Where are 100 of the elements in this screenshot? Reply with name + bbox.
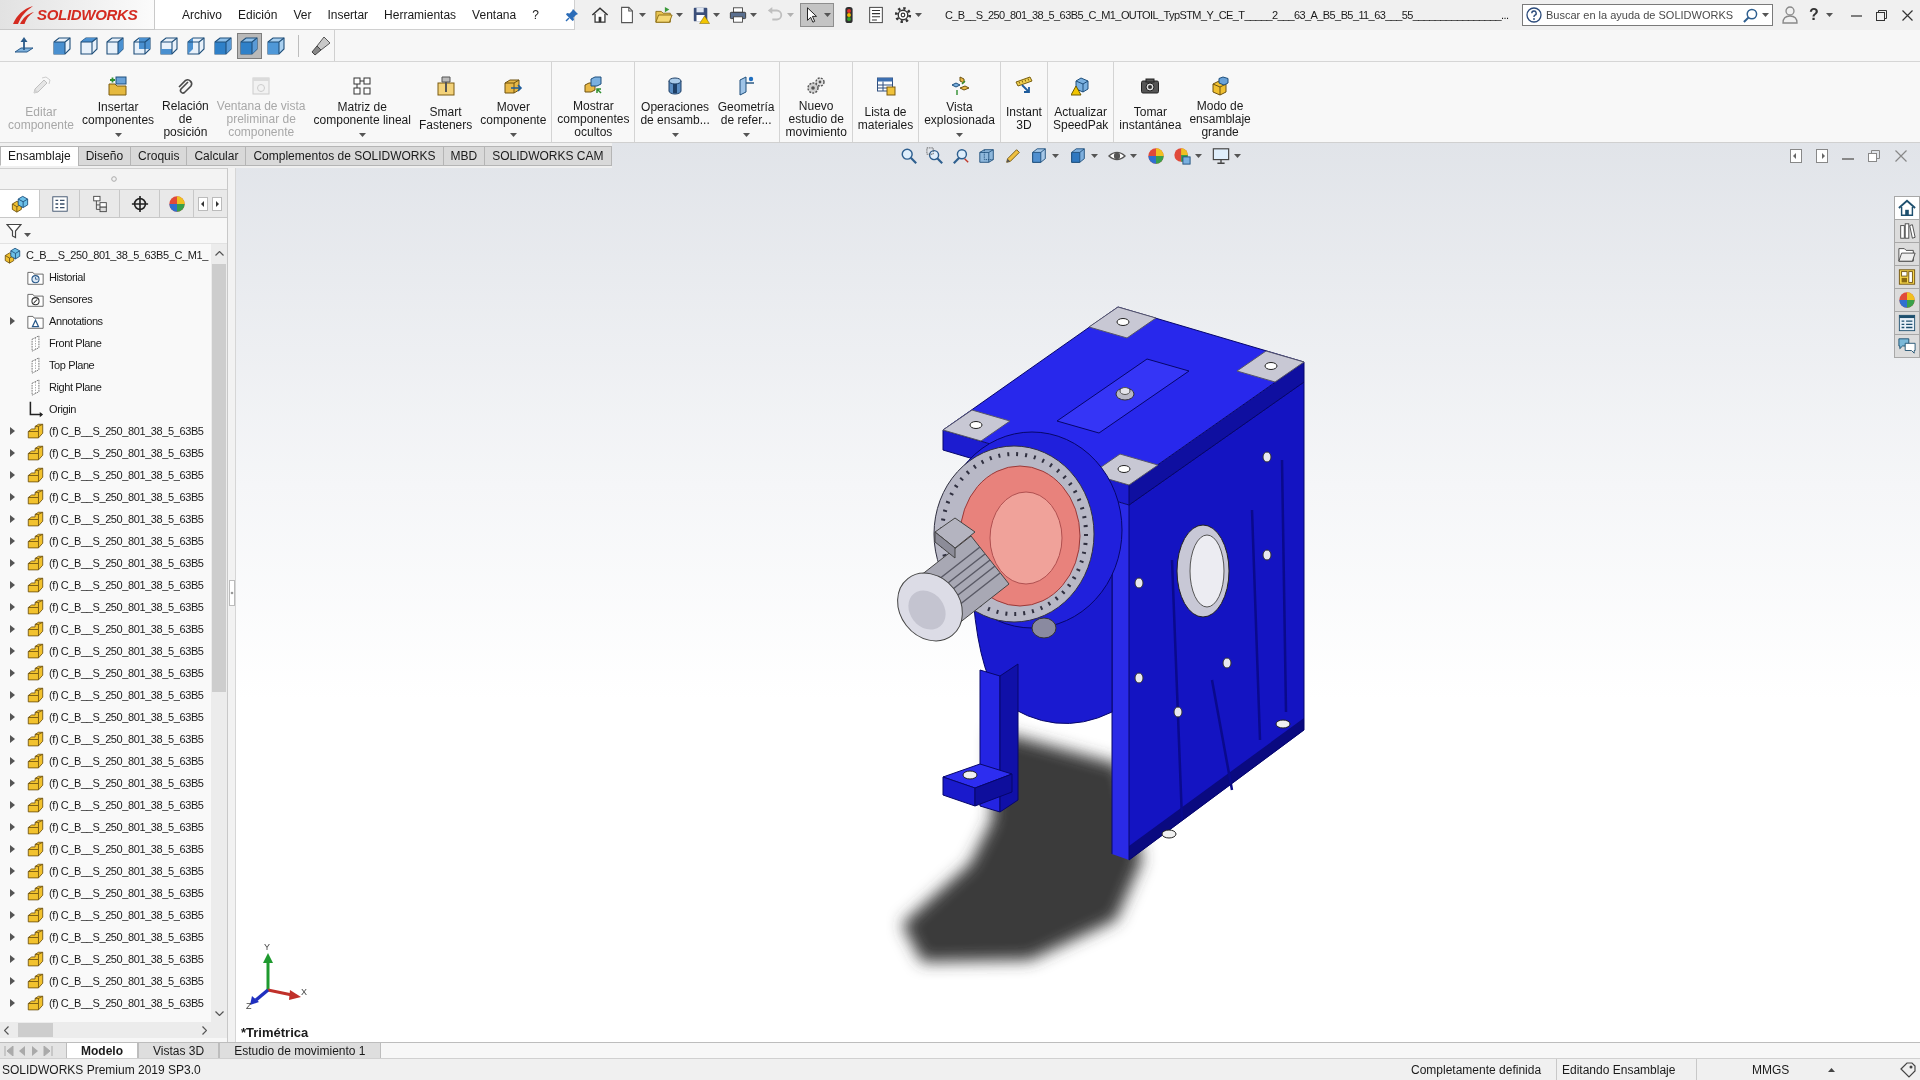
expand-arrow-icon[interactable] (9, 449, 15, 457)
expand-arrow-icon[interactable] (9, 713, 15, 721)
caret-down-icon[interactable] (1234, 153, 1241, 158)
expand-arrow-icon[interactable] (9, 471, 15, 479)
ribbon-button[interactable]: Relación de posición (158, 62, 213, 142)
tree-item-label[interactable]: (f) C_B__S_250_801_38_5_63B5 (49, 664, 204, 682)
expand-arrow-icon[interactable] (9, 933, 15, 941)
caret-down-icon[interactable] (956, 133, 964, 137)
ribbon-button[interactable]: Smart Fasteners (414, 62, 477, 142)
part-icon[interactable] (27, 774, 44, 792)
tree-item-label[interactable]: (f) C_B__S_250_801_38_5_63B5 (49, 422, 204, 440)
expand-arrow-icon[interactable] (9, 801, 15, 809)
tree-item-label[interactable]: (f) C_B__S_250_801_38_5_63B5 (49, 466, 204, 484)
search-field[interactable]: Buscar en la ayuda de SOLIDWORKS (1522, 4, 1773, 26)
caret-down-icon[interactable] (671, 133, 679, 137)
part-icon[interactable] (27, 598, 44, 616)
user-icon[interactable] (1782, 6, 1798, 24)
expand-arrow-icon[interactable] (9, 999, 15, 1007)
assembly-icon[interactable] (4, 246, 21, 264)
tag-icon[interactable] (1900, 1061, 1916, 1078)
part-icon[interactable] (27, 488, 44, 506)
tree-item-label[interactable]: (f) C_B__S_250_801_38_5_63B5 (49, 796, 204, 814)
caret-down-icon[interactable] (1825, 13, 1833, 17)
tree-item-label[interactable]: (f) C_B__S_250_801_38_5_63B5 (49, 752, 204, 770)
ribbon-button[interactable]: Actualizar SpeedPak (1048, 62, 1113, 142)
part-icon[interactable] (27, 730, 44, 748)
warning-cube-icon[interactable] (1070, 76, 1091, 96)
command-tab[interactable]: SOLIDWORKS CAM (484, 146, 612, 166)
part-icon[interactable] (27, 576, 44, 594)
expand-arrow-icon[interactable] (9, 823, 15, 831)
ribbon-button[interactable]: Vista explosionada (920, 62, 999, 142)
scrollbar-thumb[interactable] (212, 264, 226, 692)
ruler-arrow-icon[interactable] (1013, 76, 1034, 96)
tree-item-label[interactable]: (f) C_B__S_250_801_38_5_63B5 (49, 818, 204, 836)
grip-dot-icon[interactable] (110, 176, 117, 182)
gears-icon[interactable] (806, 76, 827, 96)
caret-down-icon[interactable] (750, 13, 757, 17)
expand-arrow-icon[interactable] (9, 691, 15, 699)
cube-stack-icon[interactable] (1210, 76, 1231, 96)
part-icon[interactable] (27, 466, 44, 484)
open-folder-icon[interactable] (655, 6, 673, 24)
caret-down-icon[interactable] (1052, 153, 1059, 158)
tree-item-label[interactable]: (f) C_B__S_250_801_38_5_63B5 (49, 972, 204, 990)
tree-item-label[interactable]: (f) C_B__S_250_801_38_5_63B5 (49, 444, 204, 462)
pencil-icon[interactable] (1004, 146, 1022, 165)
part-icon[interactable] (27, 532, 44, 550)
part-icon[interactable] (27, 444, 44, 462)
bottom-tab[interactable]: Vistas 3D (138, 1043, 220, 1058)
tree-item-label[interactable]: (f) C_B__S_250_801_38_5_63B5 (49, 510, 204, 528)
menu-item[interactable]: Ver (285, 0, 320, 29)
tree-item-label[interactable]: Annotations (49, 312, 103, 330)
tree-item-label[interactable]: (f) C_B__S_250_801_38_5_63B5 (49, 686, 204, 704)
assembly-icon[interactable] (10, 194, 29, 213)
part-icon[interactable] (27, 510, 44, 528)
caret-up-icon[interactable] (1828, 1067, 1835, 1072)
ribbon-button[interactable]: Operaciones de ensamb... (636, 62, 714, 142)
tree-item-label[interactable]: (f) C_B__S_250_801_38_5_63B5 (49, 598, 204, 616)
menu-item[interactable]: Insertar (319, 0, 377, 29)
filter-icon[interactable] (6, 222, 22, 239)
tree-item-label[interactable]: (f) C_B__S_250_801_38_5_63B5 (49, 862, 204, 880)
caret-down-icon[interactable] (1762, 13, 1769, 17)
expand-arrow-icon[interactable] (9, 977, 15, 985)
splitter-grip-icon[interactable] (228, 580, 235, 606)
tree-item-label[interactable]: (f) C_B__S_250_801_38_5_63B5 (49, 994, 204, 1012)
part-icon[interactable] (27, 972, 44, 990)
vertical-scrollbar[interactable] (211, 244, 227, 1022)
expand-arrow-icon[interactable] (9, 911, 15, 919)
scroll-left-icon[interactable] (4, 1025, 9, 1035)
expand-arrow-icon[interactable] (9, 757, 15, 765)
ribbon-button[interactable]: Tomar instantánea (1115, 62, 1186, 142)
expand-arrow-icon[interactable] (9, 647, 15, 655)
expand-arrow-icon[interactable] (9, 889, 15, 897)
ribbon-button[interactable]: Nuevo estudio de movimiento (781, 62, 851, 142)
tree-item-label[interactable]: (f) C_B__S_250_801_38_5_63B5 (49, 488, 204, 506)
part-icon[interactable] (27, 906, 44, 924)
scroll-down-icon[interactable] (214, 1011, 224, 1016)
help-circle-icon[interactable] (1526, 7, 1542, 23)
part-icon[interactable] (27, 840, 44, 858)
sphere-scene-icon[interactable] (1173, 146, 1191, 165)
ribbon-button[interactable]: Lista de materiales (853, 62, 918, 142)
command-tab[interactable]: MBD (442, 146, 486, 166)
tree-item-label[interactable]: (f) C_B__S_250_801_38_5_63B5 (49, 840, 204, 858)
scrollbar-thumb[interactable] (18, 1023, 53, 1037)
tree-item-label[interactable]: Origin (49, 400, 76, 418)
tree-item-label[interactable]: (f) C_B__S_250_801_38_5_63B5 (49, 642, 204, 660)
monitor-icon[interactable] (1212, 146, 1230, 165)
caret-down-icon[interactable] (509, 133, 517, 137)
caret-down-icon[interactable] (742, 133, 750, 137)
caret-down-icon[interactable] (358, 133, 366, 137)
caret-down-icon[interactable] (1130, 153, 1137, 158)
part-icon[interactable] (27, 664, 44, 682)
tree-item-label[interactable]: (f) C_B__S_250_801_38_5_63B5 (49, 708, 204, 726)
ribbon-button[interactable]: Modo de ensamblaje grande (1185, 62, 1255, 142)
part-icon[interactable] (27, 686, 44, 704)
camera-icon[interactable] (1140, 76, 1161, 96)
toolbar-button[interactable] (800, 3, 834, 27)
restore-icon[interactable] (1875, 9, 1887, 21)
zoom-arrow-icon[interactable] (952, 146, 970, 165)
caret-down-icon[interactable] (1195, 153, 1202, 158)
folder-part-icon[interactable] (108, 76, 129, 96)
